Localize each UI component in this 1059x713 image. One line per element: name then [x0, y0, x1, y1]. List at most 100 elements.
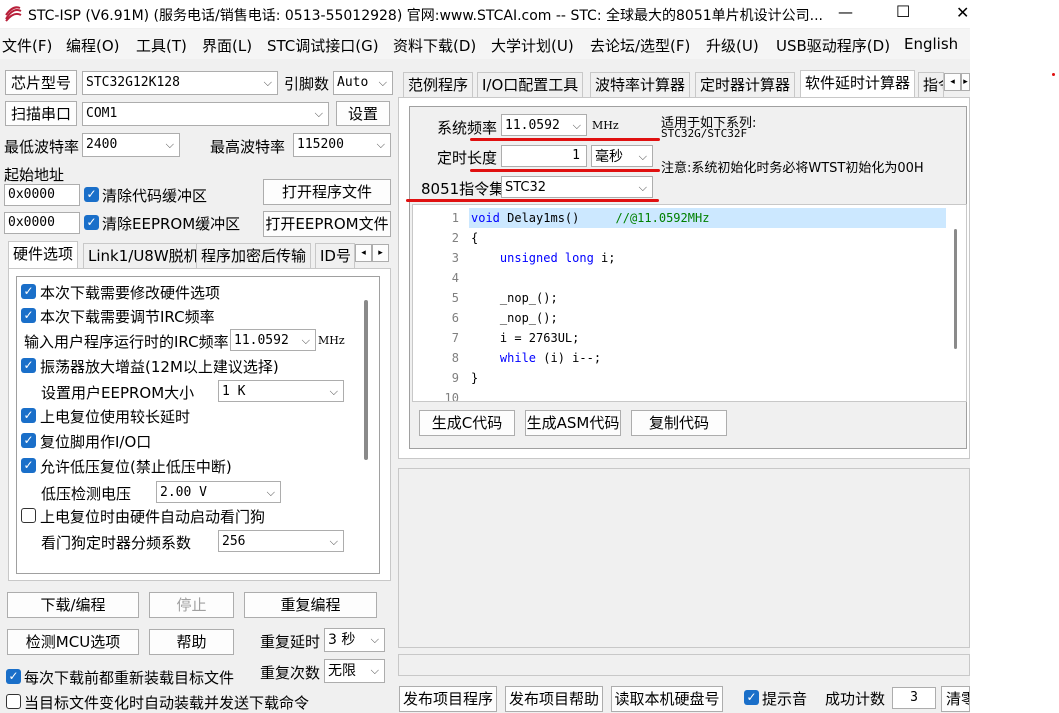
opt-reset-io-label: 复位脚用作I/O口: [40, 433, 152, 451]
chevron-down-icon: ⌵: [638, 181, 647, 194]
tab-scroll-left-icon[interactable]: ◂: [355, 244, 372, 262]
chevron-down-icon: ⌵: [376, 138, 385, 151]
eeprom-size-select[interactable]: 1 K ⌵: [218, 380, 344, 402]
tab-scroll-left-icon[interactable]: ◂: [944, 73, 961, 91]
code-line: 9}: [413, 368, 953, 388]
repeat-count-select[interactable]: 无限 ⌵: [324, 659, 385, 683]
port-select[interactable]: COM1 ⌵: [82, 102, 329, 126]
opt-osc-gain-checkbox[interactable]: ✓: [21, 358, 36, 373]
opt-reset-io-checkbox[interactable]: ✓: [21, 433, 36, 448]
min-baud-select[interactable]: 2400 ⌵: [82, 133, 180, 157]
tab-timer-calc[interactable]: 定时器计算器: [695, 72, 796, 97]
tab-encrypted-transfer[interactable]: 程序加密后传输: [196, 243, 312, 268]
tab-scroll-right-icon[interactable]: ▸: [961, 73, 970, 91]
tab-scroll-right-icon[interactable]: ▸: [372, 244, 389, 262]
help-button[interactable]: 帮助: [149, 629, 234, 655]
opt-adjust-irc-checkbox[interactable]: ✓: [21, 308, 36, 323]
stop-button[interactable]: 停止: [149, 592, 234, 618]
repeat-delay-select[interactable]: 3 秒 ⌵: [324, 628, 385, 652]
open-eeprom-button[interactable]: 打开EEPROM文件: [263, 211, 391, 237]
menu-forum[interactable]: 去论坛/选型(F): [590, 35, 690, 56]
publish-help-button[interactable]: 发布项目帮助: [505, 686, 603, 712]
clear-code-checkbox[interactable]: ✓: [84, 187, 99, 202]
tab-instructions[interactable]: 指令: [918, 72, 944, 97]
scan-port-button[interactable]: 扫描串口: [5, 101, 77, 126]
menu-usb-driver[interactable]: USB驱动程序(D): [776, 35, 890, 56]
open-program-button[interactable]: 打开程序文件: [263, 179, 391, 205]
line-number: 8: [451, 351, 459, 365]
line-number: 4: [451, 271, 459, 285]
menu-upgrade[interactable]: 升级(U): [706, 35, 759, 56]
tab-delay-calc[interactable]: 软件延时计算器: [800, 70, 916, 97]
opt-watchdog-checkbox[interactable]: [21, 508, 36, 523]
chevron-down-icon: ⌵: [314, 107, 323, 120]
pin-count-label: 引脚数: [284, 75, 330, 93]
isa-select[interactable]: STC32 ⌵: [501, 176, 653, 198]
reprogram-button[interactable]: 重复编程: [244, 592, 377, 618]
publish-program-button[interactable]: 发布项目程序: [399, 686, 497, 712]
menu-tools[interactable]: 工具(T): [136, 35, 187, 56]
auto-reload-checkbox[interactable]: [6, 694, 21, 709]
max-baud-select[interactable]: 115200 ⌵: [293, 133, 391, 157]
chip-type-select[interactable]: STC32G12K128 ⌵: [82, 71, 278, 95]
tab-id-number[interactable]: ID号: [315, 243, 355, 268]
lv-detect-select[interactable]: 2.00 V ⌵: [156, 481, 281, 503]
chevron-down-icon: ⌵: [329, 535, 338, 548]
menu-file[interactable]: 文件(F): [2, 35, 52, 56]
maximize-button[interactable]: ☐: [896, 2, 910, 21]
reload-each-checkbox[interactable]: ✓: [6, 669, 21, 684]
menu-university[interactable]: 大学计划(U): [491, 35, 574, 56]
opt-long-delay-checkbox[interactable]: ✓: [21, 408, 36, 423]
opt-modify-hw-checkbox[interactable]: ✓: [21, 284, 36, 299]
output-area[interactable]: [398, 468, 970, 648]
download-button[interactable]: 下载/编程: [7, 592, 139, 618]
close-button[interactable]: ✕: [956, 3, 969, 22]
generate-asm-button[interactable]: 生成ASM代码: [525, 410, 621, 436]
menu-english[interactable]: English: [904, 35, 958, 53]
code-line: 3 unsigned long i;: [413, 248, 953, 268]
editor-scrollbar[interactable]: [954, 229, 957, 349]
sysfreq-label: 系统频率: [437, 119, 498, 137]
eeprom-address-field[interactable]: 0x0000: [4, 212, 80, 234]
minimize-button[interactable]: —: [838, 3, 853, 21]
clear-eeprom-checkbox[interactable]: ✓: [84, 215, 99, 230]
tab-examples[interactable]: 范例程序: [403, 72, 474, 97]
menu-interface[interactable]: 界面(L): [202, 35, 252, 56]
tab-hardware-options[interactable]: 硬件选项: [8, 241, 79, 268]
options-scrollbar[interactable]: [364, 300, 368, 460]
generate-c-button[interactable]: 生成C代码: [419, 410, 515, 436]
code-address-field[interactable]: 0x0000: [4, 184, 80, 206]
clear-count-button[interactable]: 清零: [941, 686, 970, 712]
read-disk-id-button[interactable]: 读取本机硬盘号: [611, 686, 723, 712]
detect-mcu-button[interactable]: 检测MCU选项: [7, 629, 139, 655]
tab-baud-calc[interactable]: 波特率计算器: [590, 72, 691, 97]
copy-code-button[interactable]: 复制代码: [631, 410, 727, 436]
time-length-input[interactable]: 1: [501, 145, 587, 167]
chevron-down-icon: ⌵: [165, 138, 174, 151]
opt-osc-gain-label: 振荡器放大增益(12M以上建议选择): [40, 358, 279, 376]
sysfreq-unit-label: MHz: [592, 119, 619, 132]
settings-button[interactable]: 设置: [336, 101, 390, 126]
code-line: 4: [413, 268, 953, 288]
code-editor[interactable]: 1 void Delay1ms() //@11.0592MHz 2{3 unsign…: [412, 204, 967, 402]
code-line: 1 void Delay1ms() //@11.0592MHz: [413, 208, 953, 228]
line-number: 1: [451, 211, 459, 225]
tab-link1-offline[interactable]: Link1/U8W脱机: [83, 243, 204, 268]
code-text: unsigned long i;: [471, 248, 616, 268]
irc-freq-select[interactable]: 11.0592 ⌵: [230, 329, 316, 351]
wdt-prescaler-label: 看门狗定时器分频系数: [41, 534, 192, 552]
tab-io-config[interactable]: I/O口配置工具: [477, 72, 584, 97]
code-comment: //@11.0592MHz: [615, 211, 710, 225]
menu-program[interactable]: 编程(O): [66, 35, 120, 56]
pin-count-select[interactable]: Auto ⌵: [333, 71, 393, 95]
sysfreq-select[interactable]: 11.0592 ⌵: [501, 114, 587, 136]
irc-freq-label: 输入用户程序运行时的IRC频率: [24, 333, 229, 351]
menu-downloads[interactable]: 资料下载(D): [393, 35, 476, 56]
beep-checkbox[interactable]: ✓: [744, 690, 759, 705]
opt-lv-reset-checkbox[interactable]: ✓: [21, 458, 36, 473]
code-text: {: [471, 228, 478, 248]
time-unit-select[interactable]: 毫秒 ⌵: [591, 145, 653, 167]
menu-debug[interactable]: STC调试接口(G): [267, 35, 379, 56]
wdt-prescaler-select[interactable]: 256 ⌵: [218, 530, 344, 552]
